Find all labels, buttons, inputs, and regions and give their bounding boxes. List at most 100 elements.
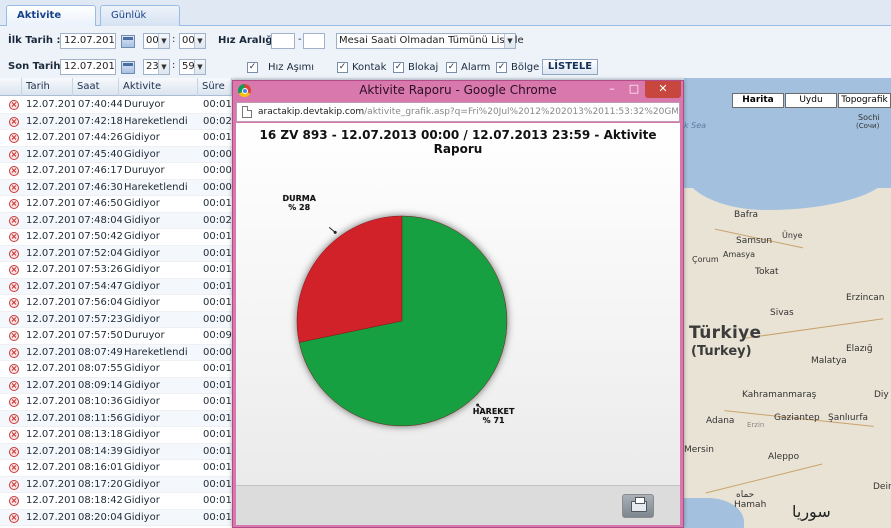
speed-max-input[interactable] (303, 33, 325, 49)
table-row[interactable]: × 12.07.201308:16:01Gidiyor 00:01 (0, 460, 232, 477)
cell-time: 07:42:18 (78, 115, 122, 127)
map-label-adana: Adana (706, 416, 735, 426)
cell-activity: Hareketlendi (124, 115, 188, 127)
table-row[interactable]: × 12.07.201307:54:47Gidiyor 00:01 (0, 278, 232, 295)
map-view[interactable]: Harita Uydu Topografik k Sea Sochi (Сочи… (684, 78, 891, 528)
alarm-checkbox[interactable]: ✓ (446, 62, 457, 73)
map-label-tokat: Tokat (755, 267, 779, 277)
cell-duration: 00:09 (203, 330, 232, 341)
end-minute-select[interactable]: 59 ▼ (179, 59, 206, 75)
table-row[interactable]: × 12.07.201307:40:44Duruyor 00:01 (0, 97, 232, 114)
chevron-down-icon: ▼ (158, 60, 169, 74)
map-label-sivas: Sivas (770, 308, 794, 318)
grid-header-activity[interactable]: Aktivite (119, 78, 198, 96)
error-x-icon: × (9, 446, 19, 457)
region-checkbox[interactable]: ✓ (496, 62, 507, 73)
map-label-mersin: Mersin (684, 445, 714, 455)
tab-aktivite-raporu[interactable]: Aktivite Raporu (6, 5, 96, 41)
error-x-icon: × (9, 331, 19, 341)
maximize-button[interactable]: □ (623, 81, 645, 98)
table-row[interactable]: × 12.07.201307:52:04Gidiyor 00:01 (0, 245, 232, 262)
table-row[interactable]: × 12.07.201307:53:26Gidiyor 00:01 (0, 262, 232, 279)
table-row[interactable]: × 12.07.201307:57:50Duruyor 00:09 (0, 328, 232, 345)
error-x-icon: × (9, 149, 19, 160)
cell-time: 08:20:04 (78, 511, 122, 523)
table-row[interactable]: × 12.07.201308:07:55Gidiyor 00:01 (0, 361, 232, 378)
close-button[interactable]: ✕ (645, 81, 681, 98)
grid-header-date[interactable]: Tarih (22, 78, 73, 96)
table-row[interactable]: × 12.07.201307:42:18Hareketlendi 00:02 (0, 113, 232, 130)
speed-min-input[interactable] (271, 33, 295, 49)
table-row[interactable]: × 12.07.201308:10:36Gidiyor 00:01 (0, 394, 232, 411)
cell-activity: Gidiyor (124, 214, 160, 226)
cell-date: 12.07.2013 (26, 412, 75, 424)
cell-duration: 00:02 (203, 214, 232, 226)
calendar-icon[interactable] (121, 35, 135, 48)
cell-date: 12.07.2013 (26, 445, 75, 457)
print-button[interactable] (622, 494, 654, 518)
address-bar[interactable]: aractakip.devtakip.com/aktivite_grafik.a… (236, 102, 680, 122)
speed-violation-checkbox[interactable]: ✓ (247, 62, 258, 73)
start-date-input[interactable]: 12.07.2013 (60, 33, 116, 49)
table-row[interactable]: × 12.07.201308:07:49Hareketlendi 00:00 (0, 344, 232, 361)
map-label-turkey: (Turkey) (691, 344, 752, 359)
blockage-checkbox[interactable]: ✓ (393, 62, 404, 73)
ignition-checkbox[interactable]: ✓ (337, 62, 348, 73)
table-row[interactable]: × 12.07.201308:09:14Gidiyor 00:01 (0, 377, 232, 394)
error-x-icon: × (9, 215, 19, 226)
map-type-topografik[interactable]: Topografik (838, 93, 891, 108)
cell-duration: 00:00 (203, 313, 232, 325)
map-label-hamah: Hamah (734, 500, 767, 510)
pie-label-hareket: HAREKET% 71 (472, 406, 515, 425)
table-row[interactable]: × 12.07.201308:18:42Gidiyor 00:01 (0, 493, 232, 510)
table-row[interactable]: × 12.07.201307:45:40Gidiyor 00:00 (0, 146, 232, 163)
error-x-icon: × (9, 413, 19, 424)
cell-duration: 00:00 (203, 148, 232, 160)
table-row[interactable]: × 12.07.201308:11:56Gidiyor 00:01 (0, 410, 232, 427)
table-row[interactable]: × 12.07.201307:46:17Duruyor 00:00 (0, 163, 232, 180)
start-minute-select[interactable]: 00 ▼ (179, 33, 206, 49)
table-row[interactable]: × 12.07.201308:17:20Gidiyor 00:01 (0, 476, 232, 493)
table-row[interactable]: × 12.07.201308:13:18Gidiyor 00:01 (0, 427, 232, 444)
table-row[interactable]: × 12.07.201308:14:39Gidiyor 00:01 (0, 443, 232, 460)
table-row[interactable]: × 12.07.201307:48:04Gidiyor 00:02 (0, 212, 232, 229)
error-x-icon: × (9, 463, 19, 473)
end-hour-select[interactable]: 23 ▼ (143, 59, 170, 75)
listing-mode-select[interactable]: Mesai Saati Olmadan Tümünü Listele ▼ (336, 33, 524, 49)
pie-slice-durma[interactable] (296, 215, 403, 343)
table-row[interactable]: × 12.07.201307:46:30Hareketlendi 00:00 (0, 179, 232, 196)
tab-gunluk-aktivite[interactable]: Günlük Aktivite (100, 5, 180, 41)
map-label-kahramanmaras: Kahramanmaraş (742, 390, 817, 400)
cell-time: 08:07:55 (78, 363, 122, 374)
cell-time: 07:46:17 (78, 165, 122, 176)
map-type-uydu[interactable]: Uydu (785, 93, 837, 108)
list-button[interactable]: LİSTELE (542, 59, 598, 75)
table-row[interactable]: × 12.07.201307:56:04Gidiyor 00:01 (0, 295, 232, 312)
table-row[interactable]: × 12.07.201308:20:04Gidiyor 00:01 (0, 509, 232, 526)
cell-date: 12.07.2013 (26, 214, 75, 226)
cell-time: 07:52:04 (78, 247, 122, 259)
minimize-button[interactable]: – (601, 81, 623, 98)
table-row[interactable]: × 12.07.201307:57:23Gidiyor 00:00 (0, 311, 232, 328)
grid-header-time[interactable]: Saat (73, 78, 119, 96)
map-type-harita[interactable]: Harita (732, 93, 784, 108)
cell-time: 08:07:49 (78, 346, 122, 358)
end-date-input[interactable]: 12.07.2013 (60, 59, 116, 75)
cell-duration: 00:01 (203, 99, 232, 110)
table-row[interactable]: × 12.07.201307:44:26Gidiyor 00:01 (0, 130, 232, 147)
calendar-icon[interactable] (121, 61, 135, 74)
cell-activity: Gidiyor (124, 264, 160, 275)
popup-titlebar[interactable]: Aktivite Raporu - Google Chrome – □ ✕ (233, 81, 683, 101)
start-hour-select[interactable]: 00 ▼ (143, 33, 170, 49)
cell-date: 12.07.2013 (26, 478, 75, 490)
table-row[interactable]: × 12.07.201307:50:42Gidiyor 00:01 (0, 229, 232, 246)
url-host: aractakip.devtakip.com (258, 107, 365, 117)
cell-date: 12.07.2013 (26, 181, 75, 193)
grid-header-duration[interactable]: Süre (198, 78, 232, 96)
table-row[interactable]: × 12.07.201307:46:50Gidiyor 00:01 (0, 196, 232, 213)
cell-activity: Gidiyor (124, 297, 160, 308)
error-x-icon: × (9, 314, 19, 325)
map-label-diyarbakir: Diy (874, 390, 889, 400)
map-label-unye: Ünye (782, 231, 803, 240)
cell-time: 07:45:40 (78, 148, 122, 160)
